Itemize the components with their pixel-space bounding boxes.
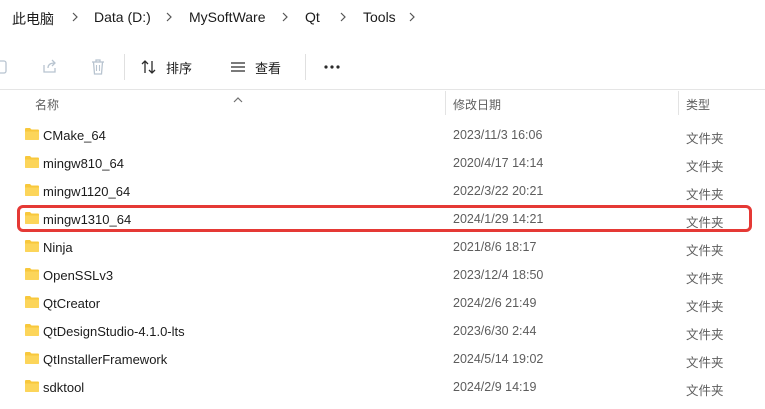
chevron-right-icon[interactable] <box>405 10 419 24</box>
folder-icon <box>24 351 40 365</box>
folder-icon <box>24 155 40 169</box>
file-row[interactable]: mingw810_64 2020/4/17 14:14 文件夹 <box>0 149 765 177</box>
share-icon[interactable] <box>40 57 60 77</box>
file-type: 文件夹 <box>686 300 724 314</box>
column-divider[interactable] <box>445 91 446 115</box>
view-label: 查看 <box>255 60 282 76</box>
file-type: 文件夹 <box>686 132 724 146</box>
breadcrumb: 此电脑 Data (D:) MySoftWare Qt Tools <box>0 0 765 36</box>
copy-icon[interactable] <box>0 57 14 77</box>
toolbar-divider <box>124 54 125 80</box>
file-name: QtDesignStudio-4.1.0-lts <box>43 324 185 339</box>
more-icon <box>324 65 340 69</box>
file-name: OpenSSLv3 <box>43 268 114 283</box>
chevron-right-icon[interactable] <box>278 10 292 24</box>
file-row[interactable]: QtDesignStudio-4.1.0-lts 2023/6/30 2:44 … <box>0 317 765 345</box>
file-modified: 2024/5/14 19:02 <box>453 352 544 366</box>
file-name: mingw810_64 <box>43 156 124 171</box>
more-options-button[interactable] <box>320 55 344 79</box>
file-type: 文件夹 <box>686 160 724 174</box>
breadcrumb-item-qt[interactable]: Qt <box>305 9 320 25</box>
folder-icon <box>24 323 40 337</box>
file-modified: 2021/8/6 18:17 <box>453 240 537 254</box>
file-modified: 2023/11/3 16:06 <box>453 128 543 142</box>
column-header-name[interactable]: 名称 <box>35 96 59 113</box>
chevron-right-icon[interactable] <box>68 10 82 24</box>
file-row[interactable]: QtInstallerFramework 2024/5/14 19:02 文件夹 <box>0 345 765 373</box>
folder-icon <box>24 267 40 281</box>
breadcrumb-item-this-pc[interactable]: 此电脑 <box>12 9 54 29</box>
file-type: 文件夹 <box>686 244 724 258</box>
file-row[interactable]: sdktool 2024/2/9 14:19 文件夹 <box>0 373 765 401</box>
file-row[interactable]: mingw1120_64 2022/3/22 20:21 文件夹 <box>0 177 765 205</box>
file-type: 文件夹 <box>686 216 724 230</box>
sort-button[interactable]: 排序 <box>140 55 192 79</box>
file-modified: 2024/2/6 21:49 <box>453 296 537 310</box>
file-row[interactable]: Ninja 2021/8/6 18:17 文件夹 <box>0 233 765 261</box>
folder-icon <box>24 239 40 253</box>
file-type: 文件夹 <box>686 384 724 398</box>
file-modified: 2023/6/30 2:44 <box>453 324 537 338</box>
file-name: mingw1120_64 <box>43 184 131 199</box>
file-row[interactable]: OpenSSLv3 2023/12/4 18:50 文件夹 <box>0 261 765 289</box>
file-name: CMake_64 <box>43 128 106 143</box>
column-header-row: 名称 修改日期 类型 <box>0 91 765 115</box>
breadcrumb-item-tools[interactable]: Tools <box>363 9 396 25</box>
chevron-right-icon[interactable] <box>336 10 350 24</box>
chevron-right-icon[interactable] <box>162 10 176 24</box>
file-name: QtInstallerFramework <box>43 352 168 367</box>
view-list-icon <box>229 58 247 76</box>
file-modified: 2024/1/29 14:21 <box>453 212 544 226</box>
breadcrumb-item-mysoftware[interactable]: MySoftWare <box>189 9 266 25</box>
file-modified: 2024/2/9 14:19 <box>453 380 537 394</box>
file-modified: 2022/3/22 20:21 <box>453 184 544 198</box>
column-divider[interactable] <box>678 91 679 115</box>
file-type: 文件夹 <box>686 272 724 286</box>
file-modified: 2020/4/17 14:14 <box>453 156 544 170</box>
delete-icon[interactable] <box>88 57 108 77</box>
view-button[interactable]: 查看 <box>229 55 281 79</box>
folder-icon <box>24 127 40 141</box>
file-type: 文件夹 <box>686 188 724 202</box>
column-header-modified[interactable]: 修改日期 <box>453 96 501 113</box>
sort-label: 排序 <box>166 60 193 76</box>
file-type: 文件夹 <box>686 356 724 370</box>
breadcrumb-item-data-drive[interactable]: Data (D:) <box>94 9 151 25</box>
column-header-type[interactable]: 类型 <box>686 96 710 113</box>
file-name: QtCreator <box>43 296 101 311</box>
folder-icon <box>24 295 40 309</box>
file-row[interactable]: mingw1310_64 2024/1/29 14:21 文件夹 <box>0 205 765 233</box>
command-toolbar: 排序 查看 <box>0 44 765 90</box>
file-type: 文件夹 <box>686 328 724 342</box>
file-name: sdktool <box>43 380 85 395</box>
file-modified: 2023/12/4 18:50 <box>453 268 544 282</box>
toolbar-divider <box>305 54 306 80</box>
file-name: Ninja <box>43 240 73 255</box>
file-row[interactable]: QtCreator 2024/2/6 21:49 文件夹 <box>0 289 765 317</box>
folder-icon <box>24 211 40 225</box>
file-name: mingw1310_64 <box>43 212 132 227</box>
folder-icon <box>24 183 40 197</box>
file-row[interactable]: CMake_64 2023/11/3 16:06 文件夹 <box>0 121 765 149</box>
folder-icon <box>24 379 40 393</box>
sort-icon <box>140 58 158 76</box>
sort-ascending-icon <box>233 91 243 103</box>
